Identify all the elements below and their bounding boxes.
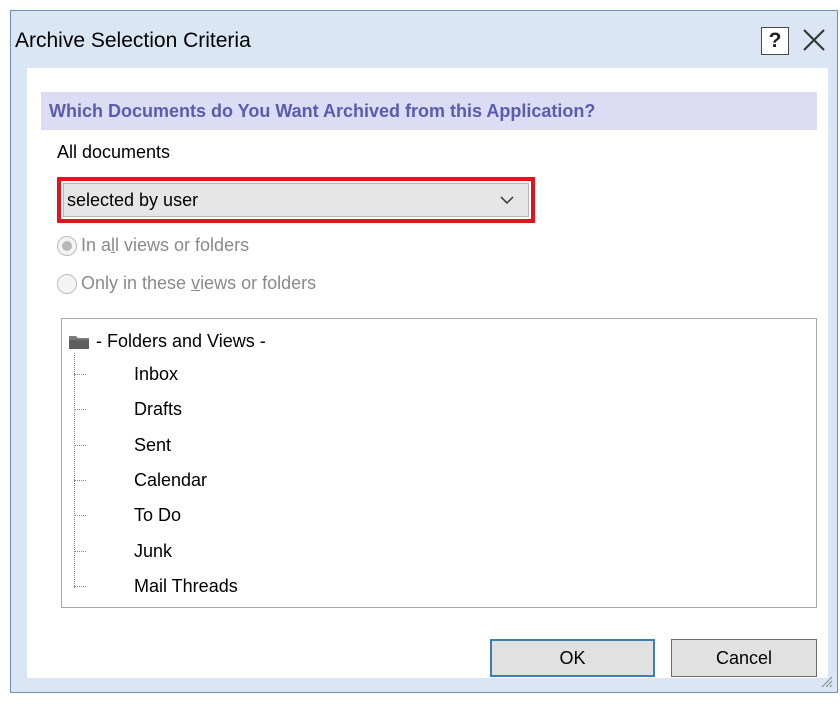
document-scope-dropdown[interactable]: selected by user: [63, 183, 529, 217]
tree-item-mail-threads[interactable]: Mail Threads: [74, 576, 238, 597]
help-icon: ?: [768, 29, 782, 52]
title-bar[interactable]: Archive Selection Criteria ?: [11, 11, 837, 67]
help-button[interactable]: ?: [761, 27, 789, 55]
folder-icon: [69, 335, 89, 349]
tree-item-junk[interactable]: Junk: [74, 541, 172, 562]
tree-root-label: - Folders and Views -: [96, 331, 266, 351]
chevron-down-icon: [500, 196, 514, 205]
radio-all-views-label: In all views or folders: [81, 235, 250, 255]
close-icon: [803, 29, 825, 51]
radio-button-checked[interactable]: [57, 235, 77, 256]
tree-item-sent[interactable]: Sent: [74, 435, 171, 456]
radio-only-these-views-label: Only in these views or folders: [81, 273, 317, 293]
cancel-button[interactable]: Cancel: [671, 639, 817, 677]
radio-button-unchecked[interactable]: [57, 273, 77, 294]
resize-grip-icon[interactable]: [817, 672, 833, 688]
tree-item-calendar[interactable]: Calendar: [74, 470, 207, 491]
radio-only-these-views[interactable]: Only in these views or folders: [57, 273, 316, 294]
radio-all-views[interactable]: In all views or folders: [57, 235, 249, 256]
tree-item-inbox[interactable]: Inbox: [74, 364, 178, 385]
question-banner: Which Documents do You Want Archived fro…: [41, 92, 817, 130]
all-documents-label: All documents: [57, 142, 171, 162]
dialog-content: Which Documents do You Want Archived fro…: [27, 68, 828, 678]
ok-button[interactable]: OK: [490, 639, 655, 677]
tree-root-item[interactable]: - Folders and Views -: [68, 331, 266, 352]
archive-selection-dialog: Archive Selection Criteria ? Which Docum…: [10, 10, 838, 693]
dialog-title: Archive Selection Criteria: [15, 29, 251, 52]
close-button[interactable]: [799, 25, 829, 55]
tree-item-to-do[interactable]: To Do: [74, 505, 181, 526]
folders-views-tree[interactable]: - Folders and Views - Inbox Drafts Sent …: [61, 318, 817, 608]
dropdown-selected-value: selected by user: [67, 189, 199, 210]
tree-item-drafts[interactable]: Drafts: [74, 399, 182, 420]
